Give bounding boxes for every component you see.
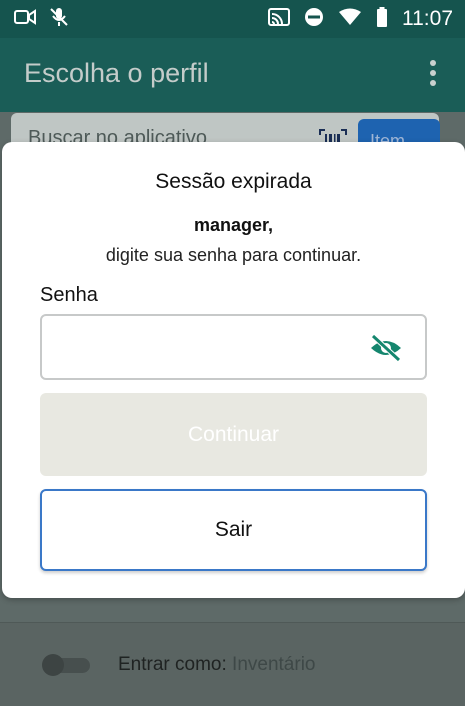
dot (430, 80, 436, 86)
dialog-message: digite sua senha para continuar. (105, 245, 362, 265)
dot (430, 60, 436, 66)
overflow-menu-button[interactable] (429, 60, 437, 90)
status-bar: 11:07 (0, 0, 465, 38)
dialog-title: Sessão expirada (155, 170, 312, 193)
enter-as-label: Entrar como: (118, 654, 227, 675)
cast-icon (268, 7, 290, 31)
video-camera-icon (14, 8, 36, 30)
battery-icon (376, 6, 388, 32)
enter-as-text: Entrar como: Inventário (118, 654, 316, 676)
session-expired-dialog: Sessão expirada manager, digite sua senh… (2, 142, 465, 598)
app-bar: Escolha o perfil (0, 38, 465, 112)
enter-as-value: Inventário (232, 654, 316, 675)
bottom-bar: Entrar como: Inventário (0, 622, 465, 706)
page-title: Escolha o perfil (24, 58, 209, 88)
dot (430, 70, 436, 76)
password-field[interactable] (40, 314, 427, 380)
wifi-icon (338, 8, 362, 31)
dialog-username: manager, (193, 215, 274, 235)
enter-as-toggle[interactable] (42, 654, 90, 676)
exit-button[interactable]: Sair (40, 489, 427, 571)
do-not-disturb-icon (304, 7, 324, 32)
clock: 11:07 (402, 7, 453, 30)
password-input[interactable] (52, 326, 356, 370)
mic-off-icon (48, 7, 70, 32)
password-label: Senha (40, 284, 98, 306)
toggle-thumb (42, 654, 64, 676)
continue-button[interactable]: Continuar (40, 393, 427, 476)
visibility-off-icon[interactable] (369, 333, 403, 363)
